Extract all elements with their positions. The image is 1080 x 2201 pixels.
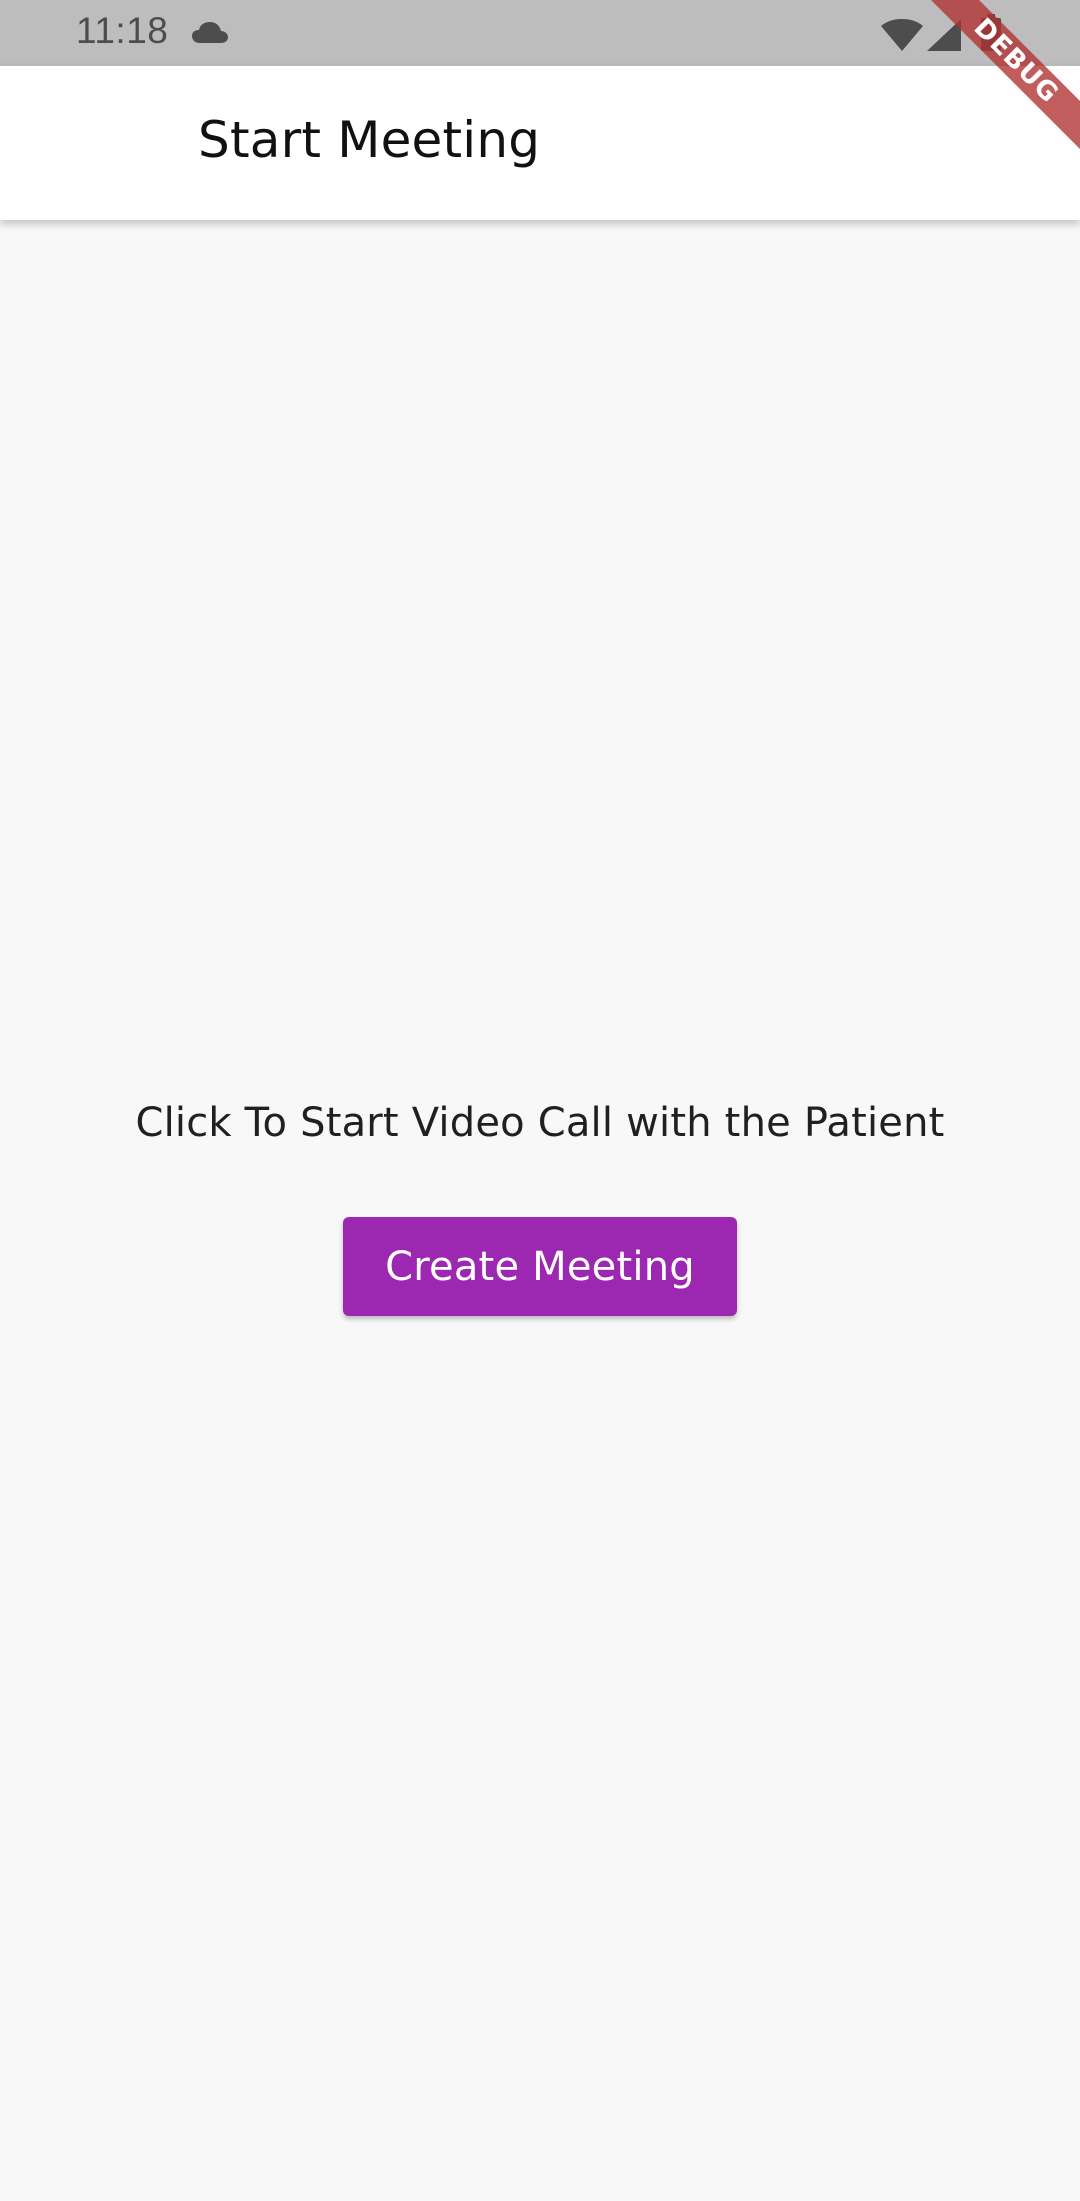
cloud-icon: [192, 22, 228, 43]
page-title: Start Meeting: [198, 111, 541, 169]
main-content: Click To Start Video Call with the Patie…: [0, 1100, 1080, 1146]
status-bar: 11:18: [0, 0, 1080, 66]
battery-icon: [981, 14, 1001, 51]
signal-icon: [927, 19, 961, 51]
app-bar: Start Meeting: [0, 66, 1080, 220]
status-time: 11:18: [76, 10, 169, 51]
video-call-prompt: Click To Start Video Call with the Patie…: [135, 1100, 945, 1146]
screen: 11:18 Start Meeting DEBUG Click To Start…: [0, 0, 1080, 2201]
wifi-icon: [881, 19, 923, 51]
create-meeting-button[interactable]: Create Meeting: [343, 1217, 737, 1316]
